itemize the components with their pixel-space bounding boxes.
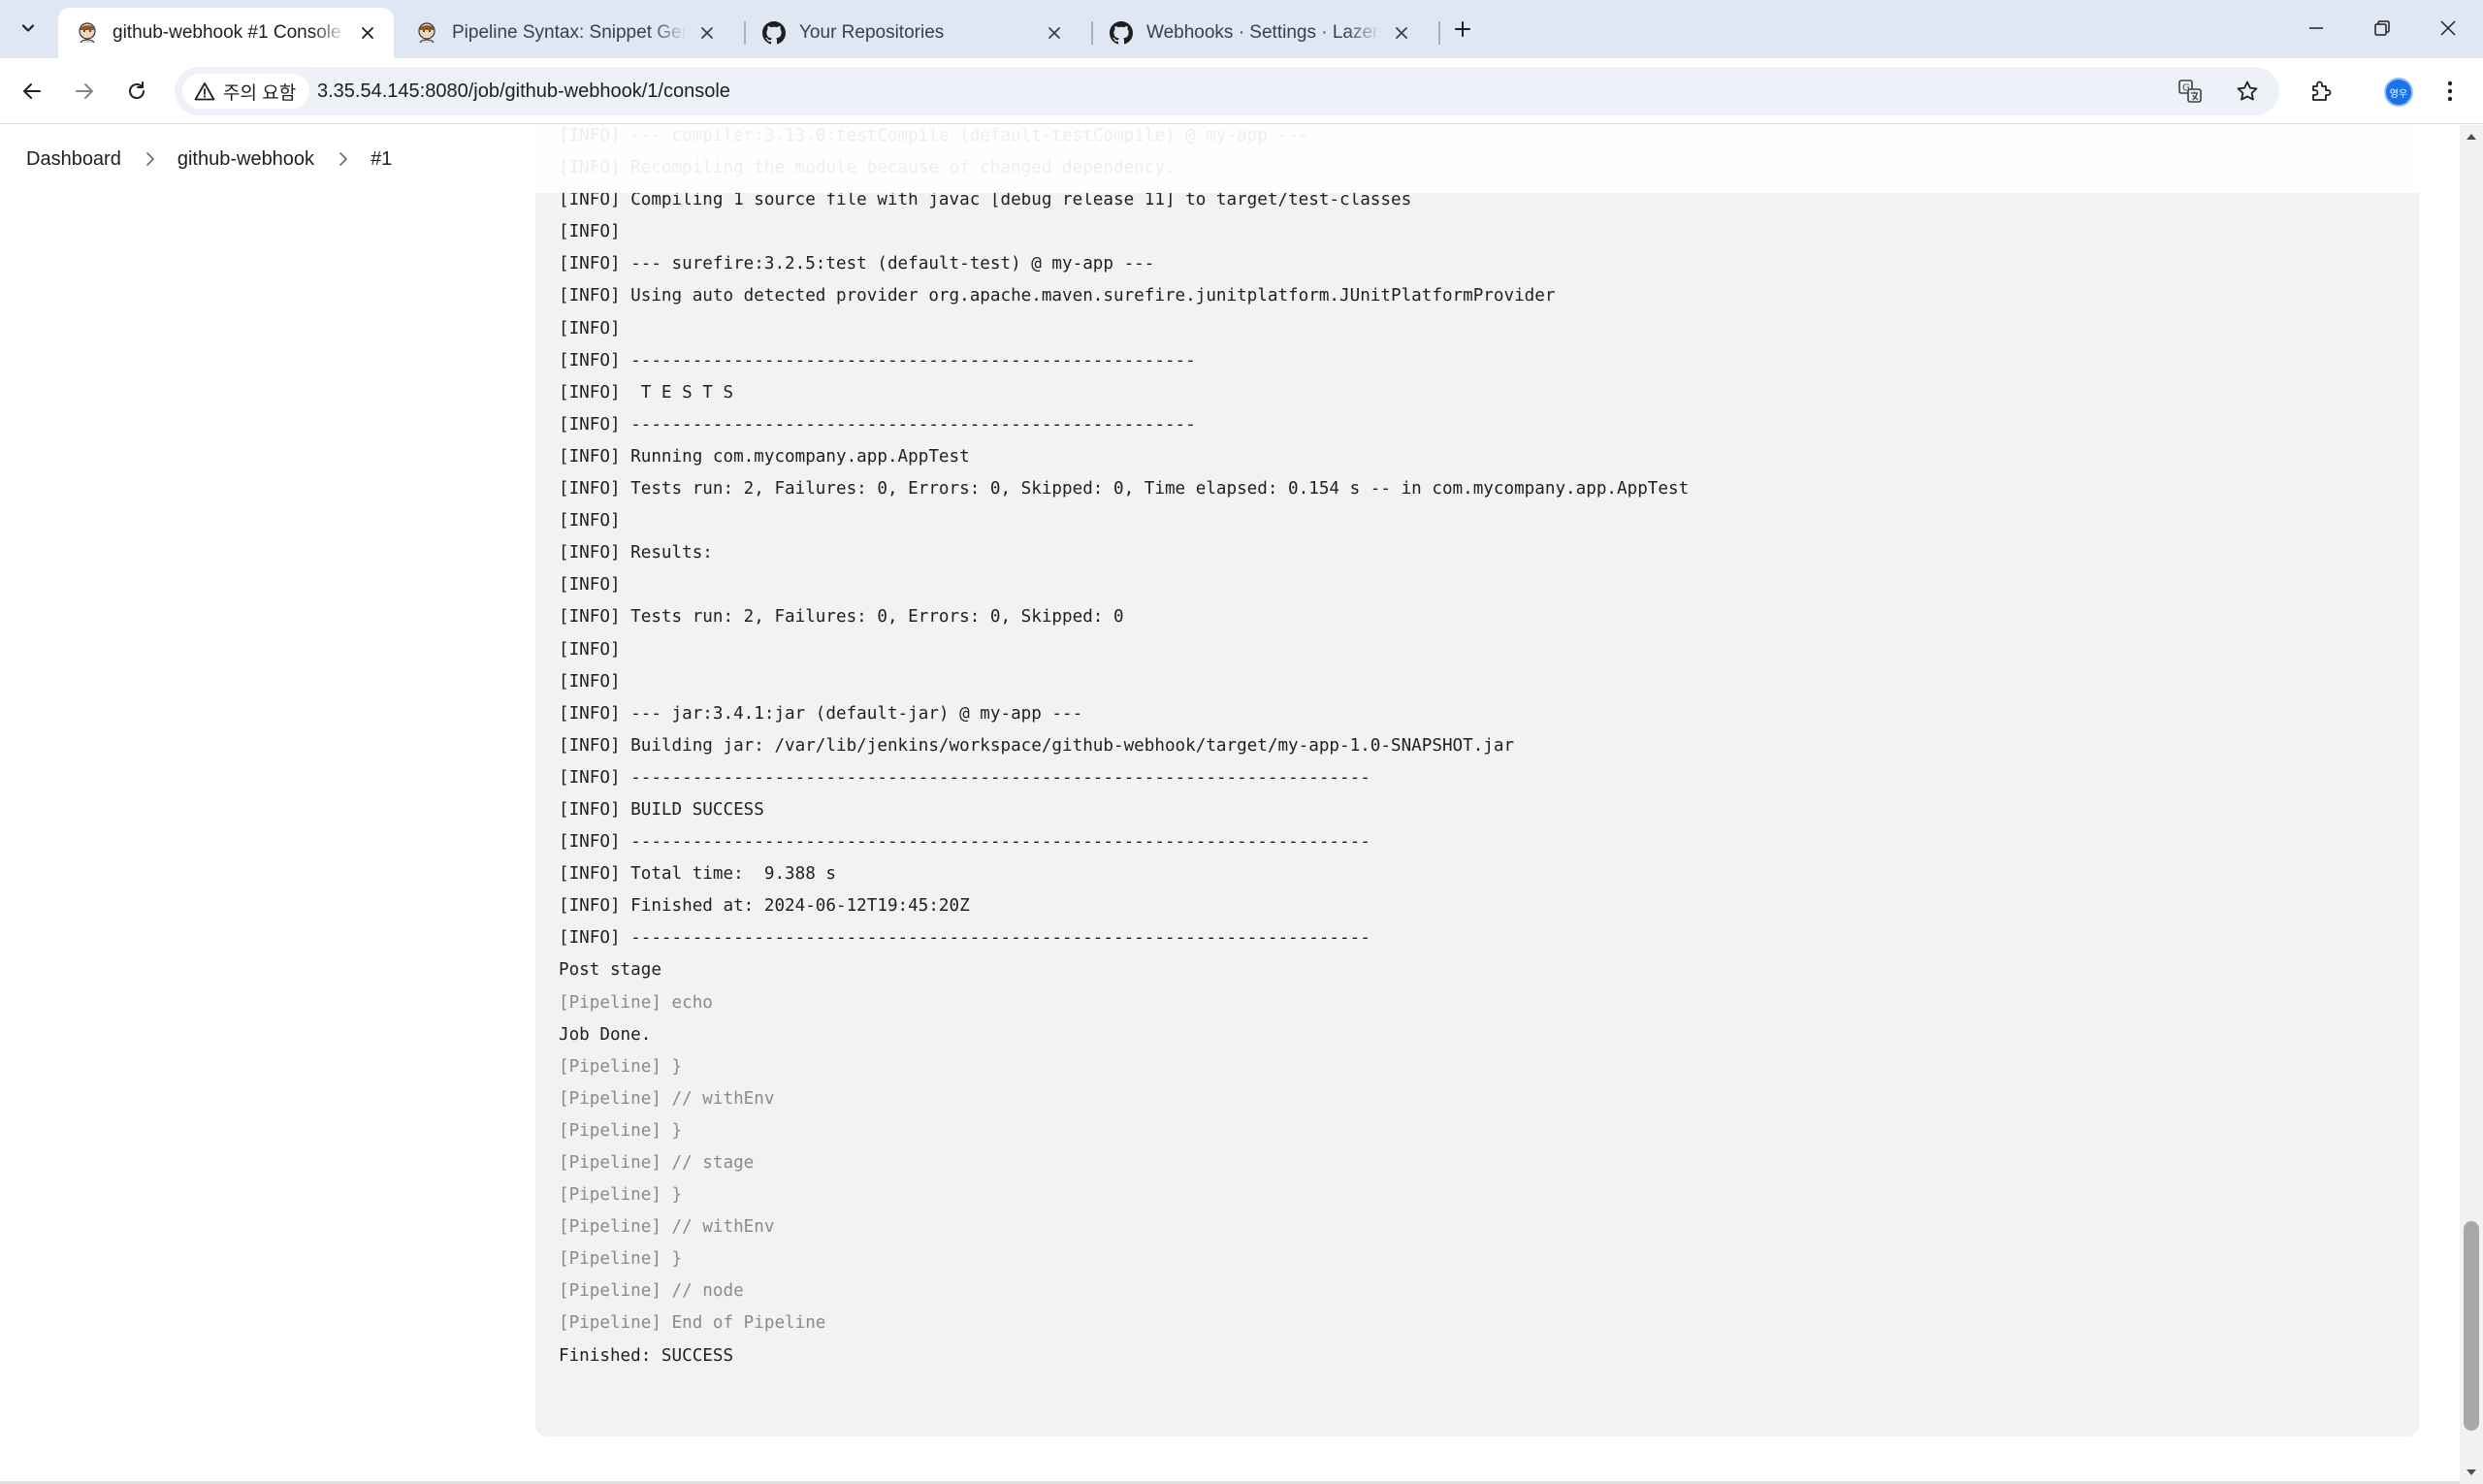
- breadcrumb-github-webhook[interactable]: github-webhook: [177, 148, 314, 171]
- page-viewport: Dashboard github-webhook #1 [INFO] --- c…: [0, 125, 2483, 1484]
- minimize-icon: [2309, 27, 2323, 29]
- tab-pipeline-syntax[interactable]: Pipeline Syntax: Snippet Generator: [398, 8, 733, 58]
- console-line: [INFO] Finished at: 2024-06-12T19:45:20Z: [559, 896, 970, 917]
- security-warning-chip[interactable]: 주의 요함: [182, 74, 310, 109]
- console-line: [Pipeline] // withEnv: [559, 1217, 775, 1238]
- minimize-button[interactable]: [2283, 0, 2349, 56]
- close-icon[interactable]: [1389, 20, 1414, 46]
- console-line: [INFO] --- jar:3.4.1:jar (default-jar) @…: [559, 703, 1083, 724]
- arrow-right-icon: [76, 83, 93, 99]
- jenkins-icon: [415, 21, 438, 45]
- console-line: [INFO] Using auto detected provider org.…: [559, 286, 1556, 306]
- console-line: [INFO] ---------------------------------…: [559, 928, 1370, 949]
- chevron-right-icon: [338, 150, 349, 168]
- scrollbar-thumb[interactable]: [2464, 1221, 2479, 1431]
- tab-search-button[interactable]: [10, 10, 47, 47]
- reload-icon: [129, 81, 145, 99]
- console-line: [INFO] Tests run: 2, Failures: 0, Errors…: [559, 479, 1690, 500]
- star-icon: [2237, 81, 2258, 101]
- tab-strip: github-webhook #1 Console [Jenkins] Pipe…: [0, 0, 2483, 58]
- tab-title: Webhooks · Settings · Lazerne: [1146, 22, 1381, 43]
- console-line: [Pipeline] }: [559, 1249, 683, 1270]
- plus-icon: [1455, 21, 1470, 37]
- close-icon: [2440, 20, 2456, 36]
- console-line: [Pipeline] // stage: [559, 1153, 755, 1173]
- close-icon[interactable]: [355, 20, 380, 46]
- more-vert-icon: [2447, 81, 2453, 102]
- console-line: Job Done.: [559, 1024, 652, 1045]
- console-line: [INFO]: [559, 575, 621, 596]
- browser-toolbar: 주의 요함 3.35.54.145:8080/job/github-webhoo…: [0, 58, 2483, 124]
- jenkins-icon: [76, 21, 99, 45]
- scroll-down-icon[interactable]: [2460, 1461, 2483, 1484]
- console-line: [INFO]: [559, 318, 621, 339]
- close-icon[interactable]: [694, 20, 720, 46]
- console-line: [Pipeline] echo: [559, 992, 713, 1013]
- breadcrumb-build-number[interactable]: #1: [371, 148, 392, 171]
- console-line: [INFO] Running com.mycompany.app.AppTest: [559, 446, 970, 467]
- scroll-up-icon[interactable]: [2460, 125, 2483, 148]
- menu-button[interactable]: [2431, 72, 2469, 111]
- back-button[interactable]: [11, 70, 53, 113]
- breadcrumb-dashboard[interactable]: Dashboard: [26, 148, 121, 171]
- close-icon[interactable]: [1042, 20, 1067, 46]
- tab-title: Pipeline Syntax: Snippet Generator: [452, 22, 687, 43]
- console-line: [INFO] Results:: [559, 543, 713, 564]
- extensions-button[interactable]: [2302, 72, 2340, 111]
- breadcrumb: Dashboard github-webhook #1: [0, 125, 2460, 193]
- console-line: [INFO] --- surefire:3.2.5:test (default-…: [559, 254, 1155, 274]
- chevron-down-icon: [21, 24, 35, 32]
- tab-webhooks-settings[interactable]: Webhooks · Settings · Lazerne: [1092, 8, 1428, 58]
- console-line: [INFO] BUILD SUCCESS: [559, 799, 764, 820]
- console-output: [INFO] --- compiler:3.13.0:testCompile (…: [535, 125, 2419, 1436]
- tab-your-repositories[interactable]: Your Repositories: [745, 8, 1080, 58]
- tab-title: github-webhook #1 Console [Jenkins]: [113, 22, 347, 43]
- tab-title: Your Repositories: [799, 22, 945, 43]
- close-window-button[interactable]: [2415, 0, 2481, 56]
- console-line: [INFO] T E S T S: [559, 382, 734, 403]
- translate-button[interactable]: G: [2173, 74, 2208, 109]
- console-line: [INFO]: [559, 222, 621, 242]
- restore-button[interactable]: [2349, 0, 2415, 56]
- console-text: [INFO] --- compiler:3.13.0:testCompile (…: [559, 125, 2419, 1372]
- console-line: [INFO]: [559, 671, 621, 692]
- vertical-scrollbar[interactable]: [2460, 125, 2483, 1484]
- arrow-left-icon: [23, 83, 41, 99]
- console-line: [Pipeline] // withEnv: [559, 1088, 775, 1109]
- puzzle-icon: [2312, 81, 2332, 101]
- console-line: [Pipeline] End of Pipeline: [559, 1313, 826, 1334]
- console-line: [INFO] Tests run: 2, Failures: 0, Errors…: [559, 607, 1124, 628]
- console-line: [INFO] ---------------------------------…: [559, 414, 1196, 435]
- security-warning-label: 주의 요함: [223, 82, 297, 104]
- console-line: Finished: SUCCESS: [559, 1345, 734, 1366]
- address-bar[interactable]: 주의 요함 3.35.54.145:8080/job/github-webhoo…: [175, 67, 2279, 115]
- github-icon: [1110, 21, 1133, 45]
- url-text[interactable]: 3.35.54.145:8080/job/github-webhook/1/co…: [317, 67, 730, 115]
- console-line: [INFO] ---------------------------------…: [559, 767, 1370, 788]
- translate-icon: G: [2178, 80, 2202, 103]
- console-line: [Pipeline] }: [559, 1056, 683, 1077]
- console-line: [Pipeline] // node: [559, 1281, 744, 1302]
- avatar-initials: 영우: [2389, 88, 2408, 100]
- console-line: [INFO]: [559, 639, 621, 660]
- console-line: [INFO] ---------------------------------…: [559, 350, 1196, 371]
- chevron-right-icon: [145, 150, 156, 168]
- console-line: [INFO] Building jar: /var/lib/jenkins/wo…: [559, 735, 1515, 756]
- restore-icon: [2374, 20, 2390, 36]
- tab-divider: [1438, 21, 1440, 45]
- console-line: [INFO] Total time: 9.388 s: [559, 864, 836, 885]
- console-line: [Pipeline] }: [559, 1120, 683, 1141]
- github-icon: [762, 21, 786, 45]
- console-line: [INFO] ---------------------------------…: [559, 832, 1370, 853]
- forward-button[interactable]: [63, 70, 106, 113]
- warning-icon: [194, 81, 215, 101]
- console-line: [Pipeline] }: [559, 1185, 683, 1206]
- bookmark-button[interactable]: [2230, 74, 2265, 109]
- console-line: Post stage: [559, 960, 661, 981]
- console-line: [INFO]: [559, 511, 621, 532]
- tab-jenkins-console[interactable]: github-webhook #1 Console [Jenkins]: [58, 8, 394, 58]
- new-tab-button[interactable]: [1447, 14, 1478, 45]
- avatar[interactable]: 영우: [2384, 78, 2413, 107]
- reload-button[interactable]: [115, 70, 158, 113]
